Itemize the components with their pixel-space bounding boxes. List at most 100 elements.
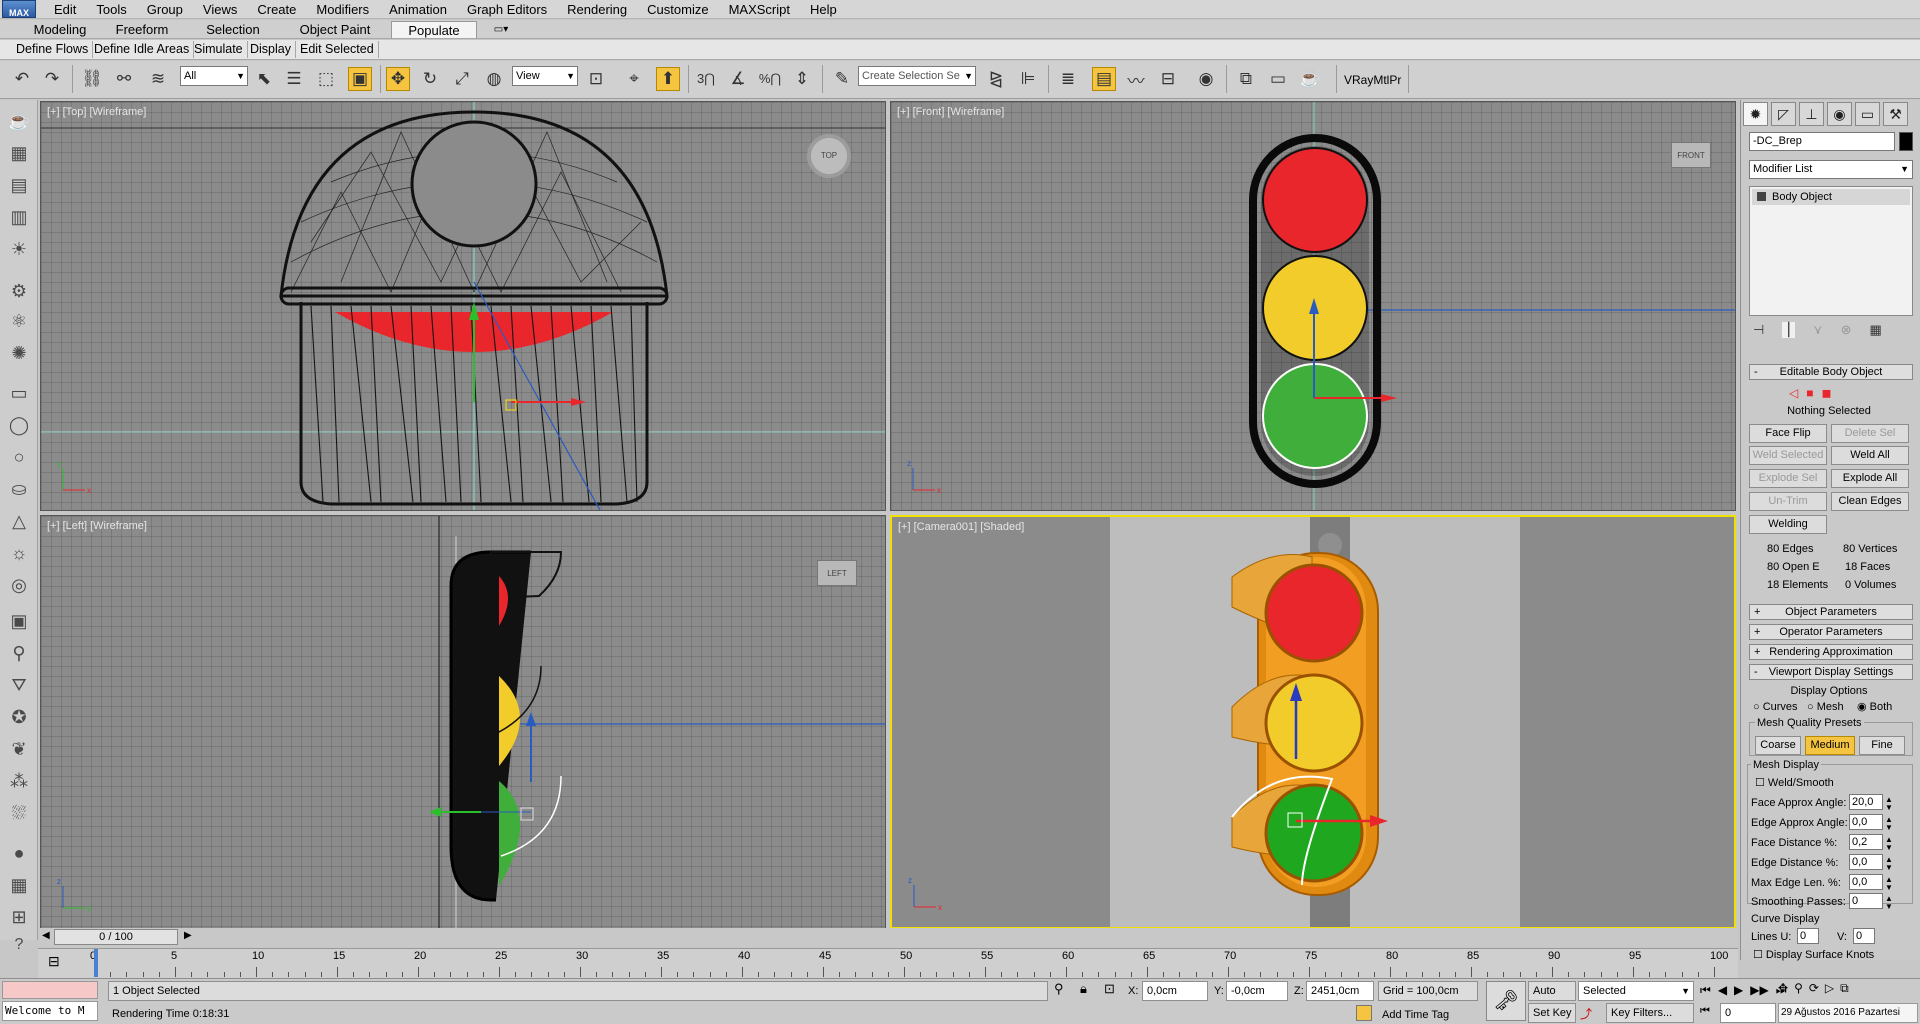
track-bar[interactable]: ⊟ 05101520253035404550556065707580859095… — [38, 948, 1738, 978]
smoothing-passes-spinner[interactable]: ▲ ▼ — [1885, 895, 1893, 911]
material-editor-icon[interactable]: ◉ — [1194, 67, 1218, 91]
delete-sel-button[interactable]: Delete Sel — [1831, 424, 1909, 443]
object-color-swatch[interactable] — [1899, 132, 1913, 151]
reference-coordinate-dropdown[interactable]: View ▼ — [512, 66, 578, 86]
unlink-icon[interactable]: ⚯ — [112, 67, 136, 91]
rectangular-selection-icon[interactable]: ⬚ — [314, 67, 338, 91]
max-edge-len-input[interactable]: 0,0 — [1849, 874, 1883, 890]
face-approx-angle-spinner[interactable]: ▲ ▼ — [1885, 796, 1893, 812]
ribbon-tab-selection[interactable]: Selection — [200, 21, 266, 38]
mirror-icon[interactable]: ⧎ — [984, 67, 1008, 91]
menu-group[interactable]: Group — [137, 2, 193, 17]
z-coord-input[interactable]: 2451,0cm — [1306, 981, 1374, 1001]
circle-icon[interactable]: ○ — [6, 444, 32, 470]
create-tab-icon[interactable]: ✹ — [1743, 102, 1768, 126]
previous-frame-icon[interactable]: ◀︎ — [1718, 983, 1727, 998]
auto-key-button[interactable]: Auto Key — [1528, 981, 1576, 1015]
cloth-icon[interactable]: ⛆ — [6, 800, 32, 826]
lines-v-input[interactable]: 0 — [1853, 928, 1875, 944]
vertex-subobject-icon[interactable]: ◁ — [1789, 386, 1798, 400]
material-name-label[interactable]: VRayMtlPr — [1344, 73, 1401, 87]
face-flip-button[interactable]: Face Flip — [1749, 424, 1827, 443]
select-and-rotate-icon[interactable]: ↻ — [418, 67, 442, 91]
key-mode-dropdown[interactable]: Selected ▼ — [1578, 981, 1694, 1001]
show-end-result-icon[interactable]: ⎮ — [1782, 322, 1796, 338]
torus-icon[interactable]: ◎ — [6, 572, 32, 598]
foliage-icon[interactable]: ❦ — [6, 736, 32, 762]
key-mode-toggle-icon[interactable]: ⏮︎ — [1700, 1005, 1710, 1018]
select-by-name-icon[interactable]: ☰ — [282, 67, 306, 91]
time-slider-thumb[interactable]: 0 / 100 — [54, 929, 178, 945]
menu-customize[interactable]: Customize — [637, 2, 718, 17]
un-trim-button[interactable]: Un-Trim — [1749, 492, 1827, 511]
weld-selected-button[interactable]: Weld Selected — [1749, 446, 1827, 465]
set-key-button[interactable]: Set Key — [1528, 1003, 1576, 1023]
link-icon[interactable]: ⛓ — [80, 67, 104, 91]
redo-icon[interactable]: ↷ — [40, 67, 64, 91]
radio-mesh[interactable]: ○ Mesh — [1807, 700, 1844, 714]
window-crossing-icon[interactable]: ▣ — [348, 67, 372, 91]
preset-coarse-button[interactable]: Coarse — [1755, 736, 1801, 755]
stack-item-body-object[interactable]: Body Object — [1752, 189, 1910, 205]
current-time-marker[interactable] — [94, 949, 98, 977]
maxscript-mini-listener-top[interactable] — [2, 981, 98, 999]
rollout-operator-parameters[interactable]: + Operator Parameters — [1749, 624, 1913, 640]
curve-editor-icon[interactable]: 〰 — [1124, 67, 1148, 91]
plane-icon[interactable]: ▭ — [6, 380, 32, 406]
element-subobject-icon[interactable]: ◼ — [1821, 386, 1831, 400]
toggle-ribbon-icon[interactable]: ▤ — [1092, 67, 1116, 91]
modify-tab-icon[interactable]: ◸ — [1771, 102, 1796, 126]
rollout-object-parameters[interactable]: + Object Parameters — [1749, 604, 1913, 620]
help-icon[interactable]: ? — [6, 932, 32, 958]
key-filters-button[interactable]: Key Filters... — [1606, 1003, 1694, 1023]
spreadsheet-icon[interactable]: ⊞ — [6, 904, 32, 930]
layer-manager-icon[interactable]: ≣ — [1056, 67, 1080, 91]
smoothing-passes-input[interactable]: 0 — [1849, 893, 1883, 909]
field-of-view-icon[interactable]: ▷ — [1825, 981, 1834, 996]
cone-icon[interactable]: △ — [6, 508, 32, 534]
bind-space-warp-icon[interactable]: ≋ — [146, 67, 170, 91]
ribbon-tab-populate[interactable]: Populate — [391, 21, 477, 38]
place-icon[interactable]: ◍ — [482, 67, 506, 91]
configure-modifier-sets-icon[interactable]: ▦ — [1870, 322, 1882, 338]
cylinder-icon[interactable]: ⛀ — [6, 476, 32, 502]
utilities-tab-icon[interactable]: ⚒ — [1883, 102, 1908, 126]
time-slider-prev-icon[interactable]: ◀ — [42, 930, 50, 941]
edge-distance-spinner[interactable]: ▲ ▼ — [1885, 856, 1893, 872]
viewport-camera[interactable]: [+] [Camera001] [Shaded] zx — [890, 515, 1736, 929]
menu-edit[interactable]: Edit — [44, 2, 86, 17]
go-to-start-icon[interactable]: ⏮︎ — [1700, 983, 1711, 998]
rollout-viewport-display-settings[interactable]: - Viewport Display Settings — [1749, 664, 1913, 680]
absolute-mode-icon[interactable]: ⊡ — [1104, 981, 1115, 997]
menu-views[interactable]: Views — [193, 2, 247, 17]
maxscript-listener-icon[interactable]: ▦ — [6, 872, 32, 898]
snaps-toggle-icon[interactable]: 3⋂ — [694, 67, 718, 91]
keyboard-shortcut-override-icon[interactable]: ⬆ — [656, 67, 680, 91]
select-object-icon[interactable]: ⬉ — [252, 67, 276, 91]
angle-snap-icon[interactable]: ∡ — [726, 67, 750, 91]
modifier-list-dropdown[interactable]: Modifier List ▼ — [1749, 160, 1913, 179]
viewport-left[interactable]: [+] [Left] [Wireframe] LEFT zy — [40, 515, 886, 929]
menu-rendering[interactable]: Rendering — [557, 2, 637, 17]
pin-stack-icon[interactable]: ⊣ — [1753, 322, 1764, 338]
menu-animation[interactable]: Animation — [379, 2, 457, 17]
ribbon-tab-modeling[interactable]: Modeling — [26, 21, 94, 38]
display-surface-knots-checkbox[interactable]: ☐ Display Surface Knots — [1753, 948, 1874, 962]
weld-smooth-checkbox[interactable]: ☐ Weld/Smooth — [1755, 776, 1834, 790]
rollout-editable-body-object[interactable]: - Editable Body Object — [1749, 364, 1913, 380]
bone-icon[interactable]: ⚲ — [6, 640, 32, 666]
box-icon[interactable]: ▣ — [6, 608, 32, 634]
menu-create[interactable]: Create — [247, 2, 306, 17]
mini-curve-editor-icon[interactable]: ⊟ — [48, 953, 60, 970]
preset-fine-button[interactable]: Fine — [1859, 736, 1905, 755]
time-slider-next-icon[interactable]: ▶ — [184, 930, 192, 941]
radio-both[interactable]: ◉ Both — [1857, 700, 1892, 714]
render-setup-icon[interactable]: ⧉ — [1234, 67, 1258, 91]
orbit-icon[interactable]: ⟳ — [1809, 981, 1819, 996]
ribbon-tab-object-paint[interactable]: Object Paint — [296, 21, 374, 38]
subtab-define-idle-areas[interactable]: Define Idle Areas — [90, 41, 195, 58]
ribbon-tab-freeform[interactable]: Freeform — [108, 21, 176, 38]
preset-medium-button[interactable]: Medium — [1805, 736, 1855, 755]
face-distance-spinner[interactable]: ▲ ▼ — [1885, 836, 1893, 852]
rollout-rendering-approximation[interactable]: + Rendering Approximation — [1749, 644, 1913, 660]
